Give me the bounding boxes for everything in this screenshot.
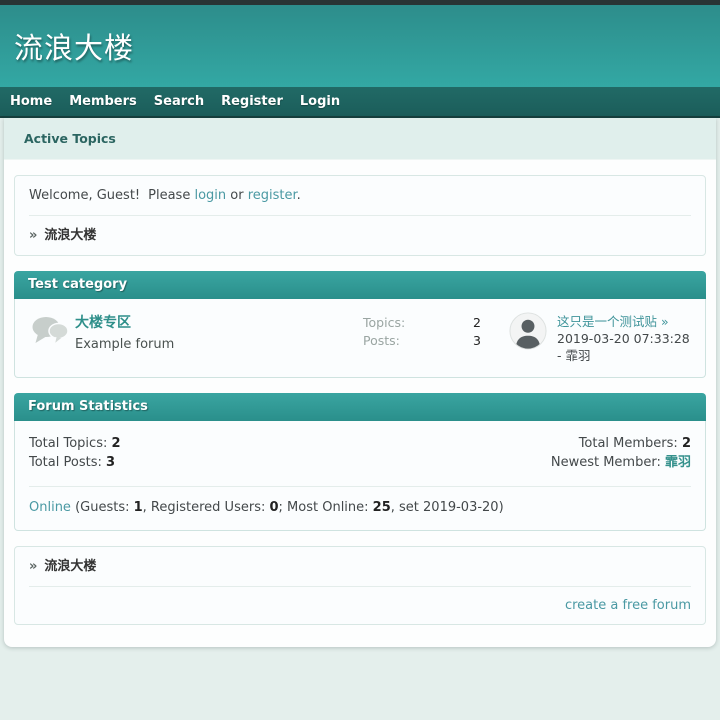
total-posts-label: Total Posts:	[29, 455, 102, 470]
category-section: Test category 大楼专区 Example forum Topics:…	[14, 271, 706, 378]
welcome-or-text: or	[230, 188, 244, 203]
site-logo-title[interactable]: 流浪大楼	[14, 25, 134, 67]
breadcrumb-site-link[interactable]: 流浪大楼	[44, 228, 96, 243]
lastpost-topic-link[interactable]: 这只是一个测试贴	[557, 314, 657, 329]
topics-label: Topics:	[363, 315, 406, 330]
total-posts-line: Total Posts: 3	[29, 453, 121, 472]
total-members-label: Total Members:	[578, 436, 678, 451]
welcome-text: Welcome, Guest!	[29, 188, 141, 203]
total-topics-line: Total Topics: 2	[29, 434, 121, 453]
online-text-4: , set 2019-03-20)	[390, 500, 504, 515]
forum-posts-line: Posts: 3	[363, 332, 481, 350]
online-row: Online (Guests: 1, Registered Users: 0; …	[15, 487, 705, 530]
total-topics-label: Total Topics:	[29, 436, 108, 451]
forum-title-link[interactable]: 大楼专区	[75, 315, 131, 331]
total-topics-value: 2	[111, 436, 121, 451]
nav-item-members[interactable]: Members	[69, 94, 137, 109]
forum-row: 大楼专区 Example forum Topics: 2 Posts: 3 这只…	[15, 299, 705, 377]
nav-item-register[interactable]: Register	[221, 94, 283, 109]
nav-item-search[interactable]: Search	[154, 94, 204, 109]
avatar	[509, 312, 547, 354]
total-members-line: Total Members: 2	[551, 434, 691, 453]
online-most-value: 25	[372, 500, 391, 515]
breadcrumb: » 流浪大楼	[15, 216, 705, 255]
welcome-row: Welcome, Guest! Please login or register.	[15, 176, 705, 215]
posts-value: 3	[473, 333, 481, 348]
welcome-please-text: Please	[148, 188, 191, 203]
online-text-1: (Guests:	[75, 500, 134, 515]
newest-member-line: Newest Member: 霏羽	[551, 453, 691, 472]
total-posts-value: 3	[106, 455, 116, 470]
welcome-period: .	[296, 188, 301, 203]
lastpost-arrow-icon[interactable]: »	[661, 314, 669, 329]
total-members-value: 2	[681, 436, 691, 451]
login-link[interactable]: login	[194, 188, 226, 203]
statistics-right-column: Total Members: 2 Newest Member: 霏羽	[551, 434, 691, 472]
posts-label: Posts:	[363, 333, 400, 348]
category-panel: 大楼专区 Example forum Topics: 2 Posts: 3 这只…	[14, 299, 706, 378]
footer-link-row: create a free forum	[15, 587, 705, 624]
forum-topics-line: Topics: 2	[363, 314, 481, 332]
subnav-active-topics-link[interactable]: Active Topics	[24, 131, 116, 146]
lastpost-info: 这只是一个测试贴 » 2019-03-20 07:33:28 - 霏羽	[557, 313, 691, 364]
statistics-columns: Total Topics: 2 Total Posts: 3 Total Mem…	[15, 421, 705, 472]
footer-breadcrumb: » 流浪大楼	[15, 547, 705, 586]
online-guests-value: 1	[133, 500, 143, 515]
category-header: Test category	[14, 271, 706, 299]
subnav-bar: Active Topics	[4, 118, 716, 160]
online-text-2: , Registered Users:	[142, 500, 270, 515]
main-content: Welcome, Guest! Please login or register.…	[4, 160, 716, 625]
nav-item-login[interactable]: Login	[300, 94, 340, 109]
forum-info: 大楼专区 Example forum	[71, 312, 363, 352]
online-link[interactable]: Online	[29, 500, 71, 515]
breadcrumb-arrow-icon: »	[29, 559, 38, 574]
footer-breadcrumb-site-link[interactable]: 流浪大楼	[44, 559, 96, 574]
statistics-section: Forum Statistics Total Topics: 2 Total P…	[14, 393, 706, 531]
footer-panel: » 流浪大楼 create a free forum	[14, 546, 706, 625]
breadcrumb-arrow-icon: »	[29, 228, 38, 243]
create-free-forum-link[interactable]: create a free forum	[565, 598, 691, 613]
site-header: 流浪大楼	[0, 5, 720, 87]
statistics-header: Forum Statistics	[14, 393, 706, 421]
speech-bubbles-icon	[31, 315, 71, 353]
statistics-panel: Total Topics: 2 Total Posts: 3 Total Mem…	[14, 421, 706, 531]
register-link[interactable]: register	[248, 188, 297, 203]
main-navbar: Home Members Search Register Login	[0, 87, 720, 118]
forum-description: Example forum	[75, 337, 175, 352]
nav-item-home[interactable]: Home	[10, 94, 52, 109]
newest-member-link[interactable]: 霏羽	[665, 455, 691, 470]
forum-stats: Topics: 2 Posts: 3	[363, 314, 481, 350]
lastpost-author-link[interactable]: 霏羽	[566, 348, 591, 363]
topics-value: 2	[473, 315, 481, 330]
welcome-panel: Welcome, Guest! Please login or register.…	[14, 175, 706, 256]
newest-member-label: Newest Member:	[550, 455, 661, 470]
statistics-left-column: Total Topics: 2 Total Posts: 3	[29, 434, 121, 472]
page-wrapper: Active Topics Welcome, Guest! Please logi…	[4, 118, 716, 647]
online-registered-value: 0	[269, 500, 279, 515]
online-text-3: ; Most Online:	[278, 500, 373, 515]
